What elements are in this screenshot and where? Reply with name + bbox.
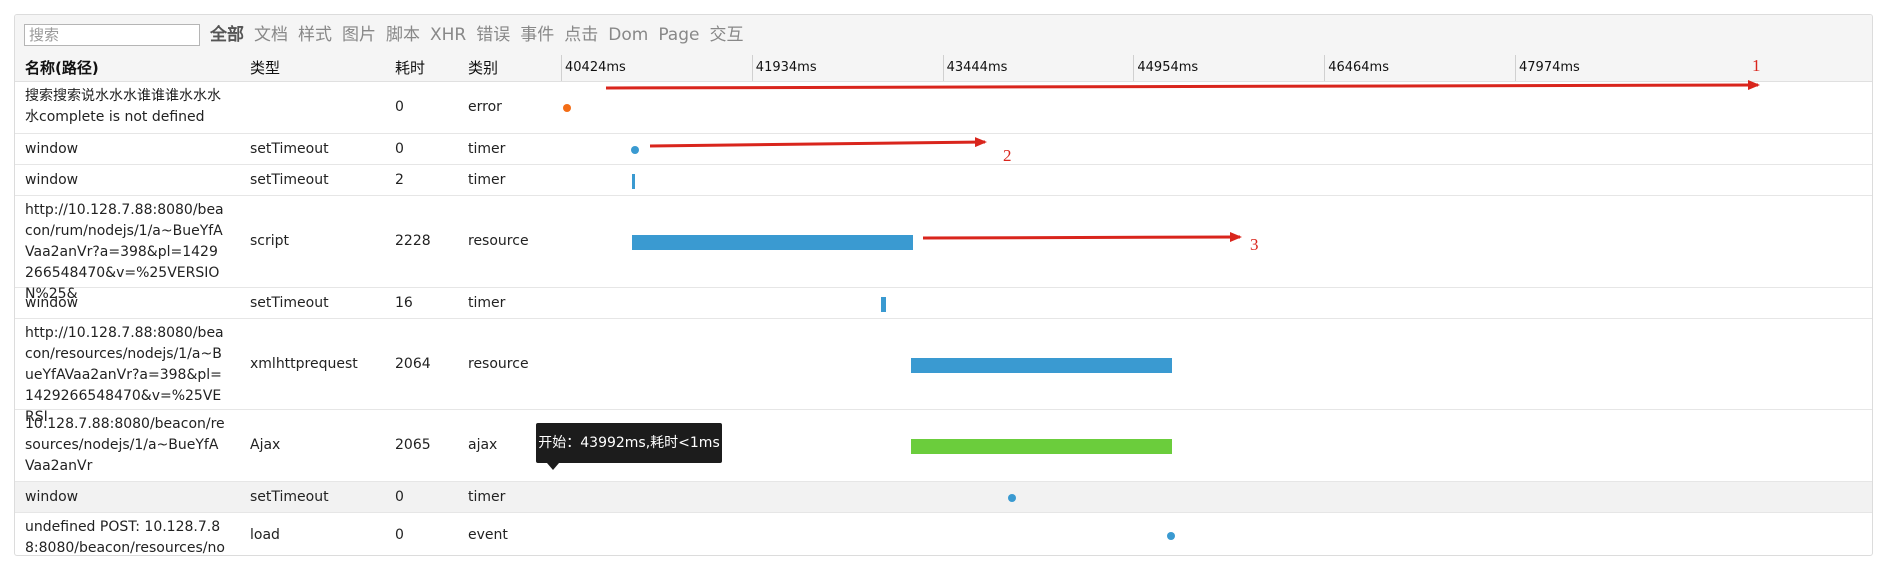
row-type: setTimeout [250, 172, 329, 188]
timeline-panel: 全部文档样式图片脚本 XHR 错误事件点击 Dom Page 交互 名称(路径) 类型 耗… [14, 14, 1873, 556]
row-name: 搜索搜索说水水水谁谁谁水水水水complete is not defined [25, 88, 221, 125]
timeline-tick: 46464ms [1324, 55, 1389, 81]
row-category: resource [468, 233, 529, 249]
row-type: setTimeout [250, 141, 329, 157]
annotation-label-1: 1 [1752, 56, 1761, 75]
table-row[interactable]: undefined POST: 10.128.7.88:8080/beacon/… [15, 513, 1872, 556]
filter-tab-2[interactable]: 样式 [298, 24, 332, 46]
timer-timing-bar[interactable] [880, 297, 886, 312]
row-category: timer [468, 489, 506, 505]
row-type: setTimeout [250, 295, 329, 311]
table-row[interactable]: window setTimeout 16 timer [15, 288, 1872, 319]
table-row[interactable]: http://10.128.7.88:8080/beacon/rum/nodej… [15, 196, 1872, 302]
row-name: 10.128.7.88:8080/beacon/resources/nodejs… [25, 416, 225, 474]
timer-timing-bar[interactable] [631, 174, 635, 189]
column-header-category[interactable]: 类别 [468, 55, 498, 81]
column-header-duration[interactable]: 耗时 [395, 55, 425, 81]
table-row[interactable]: http://10.128.7.88:8080/beacon/resources… [15, 319, 1872, 425]
filter-tab-9[interactable]: Dom [608, 24, 648, 46]
error-event-dot[interactable] [563, 104, 572, 112]
resource-timing-bar[interactable] [631, 235, 914, 250]
row-category: error [468, 99, 502, 115]
row-duration: 16 [395, 295, 413, 311]
timeline-tick: 41934ms [751, 55, 817, 81]
row-category: resource [468, 356, 529, 372]
search-input[interactable] [24, 24, 200, 46]
row-duration: 2065 [395, 437, 431, 453]
row-duration: 2 [395, 172, 404, 188]
filter-tab-5[interactable]: XHR [430, 24, 466, 46]
row-type: Ajax [250, 437, 281, 453]
timeline-tick: 44954ms [1133, 55, 1198, 81]
filter-tabs: 全部 文档 样式 图片 脚本 XHR 错误 事件 点击 Dom Page 交互 [210, 24, 753, 46]
row-name: window [25, 489, 79, 505]
row-duration: 2064 [395, 356, 431, 372]
filter-tab-3[interactable]: 图片 [342, 24, 376, 46]
annotation-label-3: 3 [1250, 235, 1259, 254]
timer-event-dot[interactable] [631, 146, 640, 154]
resource-timing-bar[interactable] [910, 358, 1172, 373]
row-type: xmlhttprequest [250, 356, 358, 372]
table-row[interactable]: window setTimeout 2 timer [15, 165, 1872, 196]
row-duration: 2228 [395, 233, 431, 249]
table-row[interactable]: 10.128.7.88:8080/beacon/resources/nodejs… [15, 410, 1872, 482]
timeline-tick: 43444ms [942, 55, 1007, 81]
filter-tab-7[interactable]: 事件 [520, 24, 554, 46]
row-category: timer [468, 141, 506, 157]
event-event-dot[interactable] [1167, 532, 1176, 540]
row-type: script [250, 233, 290, 249]
timing-tooltip: 开始：43992ms,耗时<1ms [536, 423, 722, 463]
row-name: window [25, 141, 79, 157]
row-duration: 0 [395, 489, 404, 505]
timeline-tick: 40424ms [561, 55, 626, 81]
row-category: ajax [468, 437, 498, 453]
filter-tab-6[interactable]: 错误 [476, 24, 510, 46]
filter-tab-1[interactable]: 文档 [254, 24, 288, 46]
table-header: 名称(路径) 类型 耗时 类别 40424ms 41934ms 43444ms 449… [15, 55, 1872, 82]
ajax-timing-bar[interactable] [910, 439, 1172, 454]
row-category: timer [468, 295, 506, 311]
annotation-label-2: 2 [1003, 146, 1012, 165]
row-duration: 0 [395, 99, 404, 115]
tooltip-arrow [547, 463, 559, 470]
filter-tab-10[interactable]: Page [658, 24, 699, 46]
row-type: load [250, 527, 280, 543]
column-header-name[interactable]: 名称(路径) [25, 55, 99, 81]
filter-tab-8[interactable]: 点击 [564, 24, 598, 46]
row-name: undefined POST: 10.128.7.88:8080/beacon/… [25, 519, 225, 556]
row-category: event [468, 527, 508, 543]
timer-event-dot[interactable] [1007, 494, 1016, 502]
row-duration: 0 [395, 527, 404, 543]
table-row[interactable]: 搜索搜索说水水水谁谁谁水水水水complete is not defined 0 e… [15, 82, 1872, 134]
column-header-type[interactable]: 类型 [250, 55, 280, 81]
filter-tab-4[interactable]: 脚本 [386, 24, 420, 46]
timeline-tick: 47974ms [1515, 55, 1580, 81]
toolbar: 全部文档样式图片脚本 XHR 错误事件点击 Dom Page 交互 [15, 15, 1872, 56]
table-row[interactable]: window setTimeout 0 timer [15, 134, 1872, 165]
row-name: window [25, 172, 79, 188]
row-duration: 0 [395, 141, 404, 157]
row-type: setTimeout [250, 489, 329, 505]
row-name: window [25, 295, 79, 311]
filter-tab-0[interactable]: 全部 [210, 24, 244, 46]
row-category: timer [468, 172, 506, 188]
table-row[interactable]: window setTimeout 0 timer [15, 482, 1872, 513]
filter-tab-11[interactable]: 交互 [709, 24, 743, 46]
